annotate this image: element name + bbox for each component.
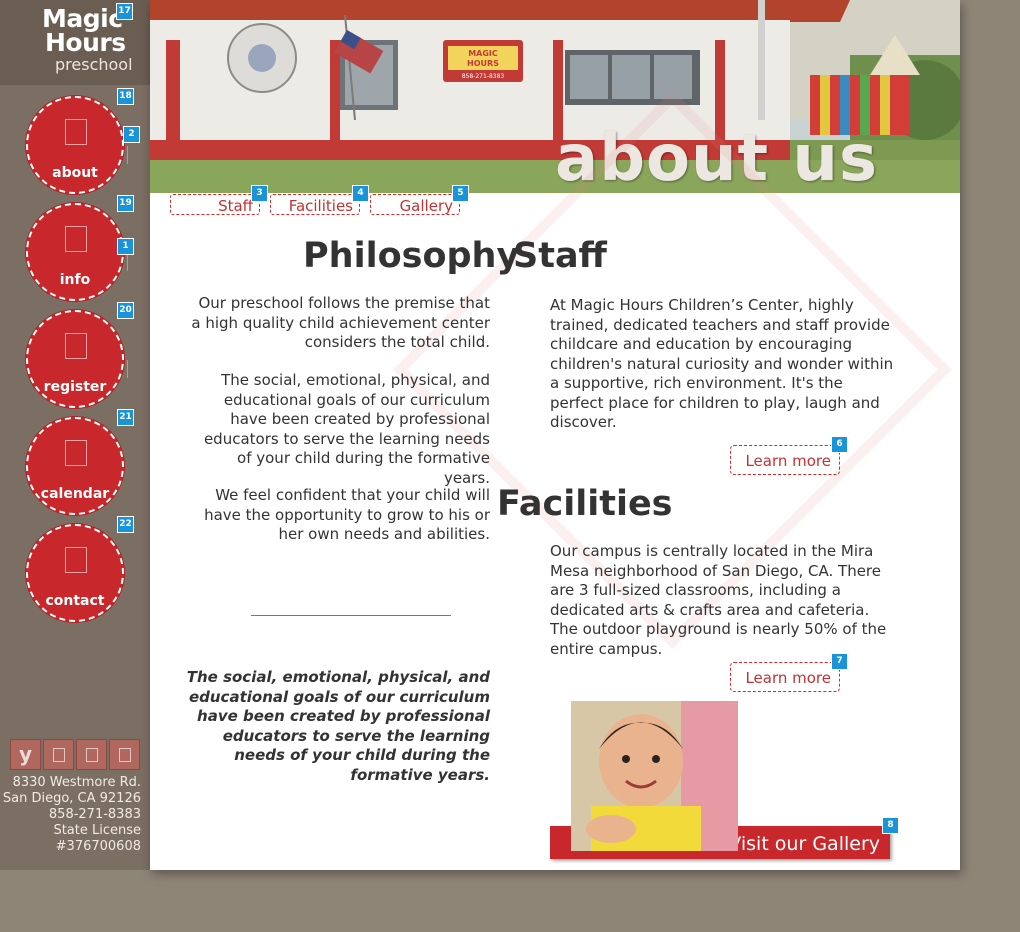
sidebar: Magic Hours preschool 17 about 18 2 info… [0, 0, 150, 870]
divider [251, 615, 451, 616]
nav-register-label: register [43, 379, 107, 395]
facilities-text: Our campus is centrally located in the M… [550, 542, 887, 658]
address-block: 8330 Westmore Rd. San Diego, CA 92126 85… [0, 775, 141, 855]
tab-staff[interactable]: Staff [170, 194, 260, 215]
nav-about-label: about [52, 165, 98, 181]
main-panel: MAGIC HOURS 858-271-8383 about us Staff … [150, 0, 960, 870]
tab-facilities-badge: 4 [352, 185, 369, 202]
facebook-icon[interactable] [43, 739, 74, 770]
contact-icon [65, 547, 87, 573]
nav-register-button[interactable]: register [26, 310, 128, 408]
facilities-heading: Facilities [497, 484, 673, 524]
nav-info-button[interactable]: info [26, 203, 128, 301]
philosophy-quote: The social, emotional, physical, and edu… [186, 668, 490, 784]
gallery-photo[interactable] [571, 701, 738, 851]
hero-banner: MAGIC HOURS 858-271-8383 about us [150, 0, 960, 193]
philosophy-paragraph-2: The social, emotional, physical, and edu… [203, 371, 490, 487]
nav-contact-button[interactable]: contact [26, 524, 124, 622]
nav-about-badge: 18 [117, 88, 134, 105]
hero-title: about us [555, 122, 879, 193]
logo-badge: 17 [116, 3, 133, 20]
address-city: San Diego, CA 92126 [2, 791, 141, 806]
nav-register-badge: 20 [117, 302, 134, 319]
visit-gallery-badge: 8 [882, 817, 899, 834]
address-phone: 858-271-8383 [48, 807, 141, 822]
staff-learn-more-badge: 6 [831, 436, 848, 453]
calendar-icon [65, 440, 87, 466]
license-number: #376700608 [55, 839, 141, 854]
twitter-icon[interactable] [76, 739, 107, 770]
tab-gallery[interactable]: Gallery [370, 194, 460, 215]
social-icon[interactable] [109, 739, 140, 770]
youtube-icon[interactable]: y [10, 739, 41, 770]
staff-text: At Magic Hours Children’s Center, highly… [550, 296, 894, 431]
sign-text-1: MAGIC [468, 49, 498, 58]
nav-calendar-button[interactable]: calendar [26, 417, 124, 515]
tab-gallery-badge: 5 [452, 185, 469, 202]
tab-staff-badge: 3 [251, 185, 268, 202]
tab-facilities[interactable]: Facilities [270, 194, 360, 215]
address-street: 8330 Westmore Rd. [12, 775, 141, 790]
nav-contact-badge: 22 [117, 516, 134, 533]
sign-text-2: HOURS [467, 59, 499, 68]
nav-about-icon-badge: 2 [123, 126, 140, 143]
philosophy-paragraph-1: Our preschool follows the premise that a… [191, 294, 490, 351]
nav-contact-label: contact [45, 593, 105, 609]
license-label: State License [53, 823, 141, 838]
nav-info-icon-badge: 1 [117, 238, 134, 255]
nav-info-label: info [59, 272, 91, 288]
nav-about-button[interactable]: about [26, 96, 128, 194]
register-icon [65, 333, 87, 359]
info-icon [65, 226, 87, 252]
facilities-learn-more-button[interactable]: Learn more [730, 662, 840, 692]
nav-info-badge: 19 [117, 195, 134, 212]
nav-calendar-badge: 21 [117, 409, 134, 426]
staff-heading: Staff [513, 236, 607, 276]
nav-calendar-label: calendar [40, 486, 110, 502]
staff-learn-more-button[interactable]: Learn more [730, 445, 840, 475]
philosophy-paragraph-3: We feel confident that your child will h… [204, 486, 490, 543]
philosophy-heading: Philosophy [303, 236, 520, 276]
facilities-learn-more-badge: 7 [831, 653, 848, 670]
logo-line-3: preschool [55, 55, 133, 74]
logo-line-2: Hours [45, 28, 126, 57]
sign-phone: 858-271-8383 [462, 73, 505, 80]
about-icon [65, 119, 87, 145]
